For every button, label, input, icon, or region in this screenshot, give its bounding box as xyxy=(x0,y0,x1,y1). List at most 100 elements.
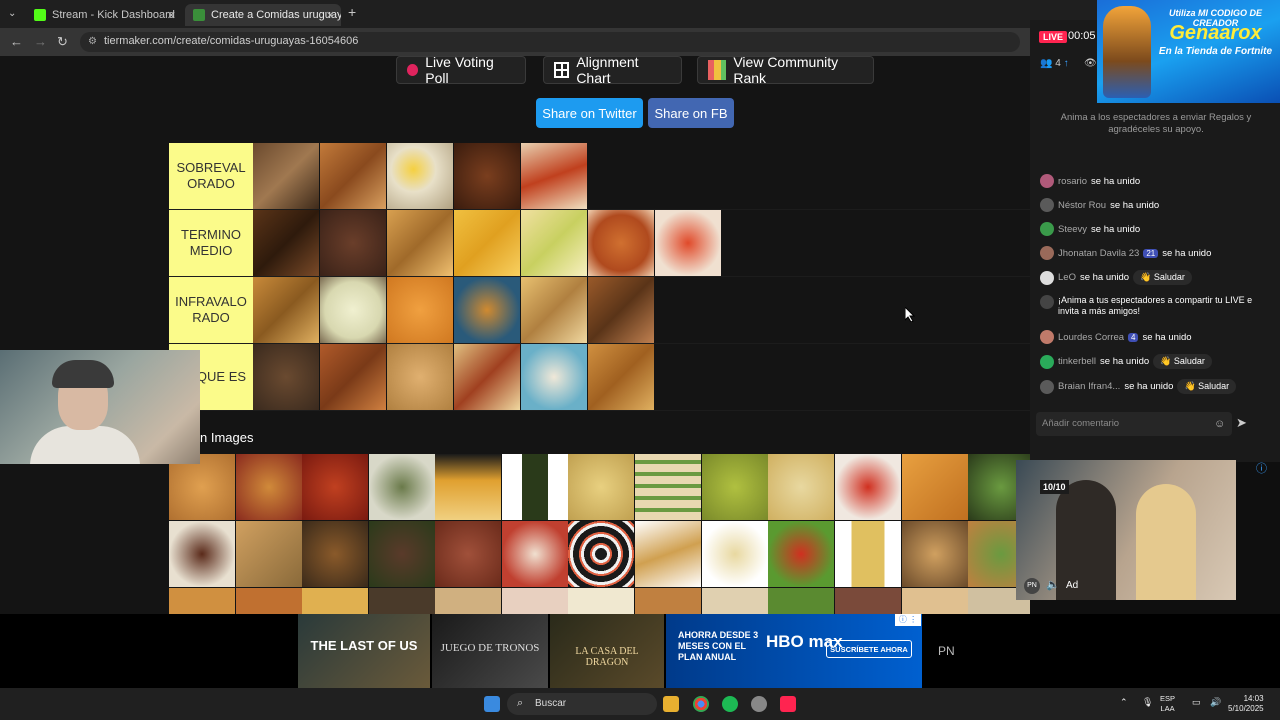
food-image[interactable] xyxy=(236,454,302,520)
food-image[interactable] xyxy=(236,521,302,587)
alignment-chart-button[interactable]: Alignment Chart xyxy=(543,56,682,86)
emoji-icon[interactable]: ☺ xyxy=(1214,418,1225,430)
food-image[interactable] xyxy=(568,588,634,616)
food-image[interactable] xyxy=(253,344,319,410)
address-bar[interactable]: ⚙ tiermaker.com/create/comidas-uruguayas… xyxy=(80,32,1020,52)
food-image[interactable] xyxy=(454,210,520,276)
eye-icon[interactable]: 👁 xyxy=(1084,58,1097,69)
chrome-icon[interactable] xyxy=(693,696,709,712)
food-image[interactable] xyxy=(521,210,587,276)
food-image[interactable] xyxy=(253,277,319,343)
food-image[interactable] xyxy=(702,454,768,520)
file-explorer-icon[interactable] xyxy=(663,696,679,712)
view-community-rank-button[interactable]: View Community Rank xyxy=(697,56,874,86)
food-image[interactable] xyxy=(502,521,568,587)
chat-username[interactable]: Jhonatan Davila 23 xyxy=(1058,248,1139,259)
greet-button[interactable]: 👋 Saludar xyxy=(1133,270,1192,285)
close-tab-icon[interactable]: ✕ xyxy=(326,9,335,22)
food-image[interactable] xyxy=(588,210,654,276)
food-image[interactable] xyxy=(568,521,634,587)
share-twitter-button[interactable]: Share on Twitter xyxy=(536,98,643,128)
food-image[interactable] xyxy=(454,344,520,410)
tier-label[interactable]: SOBREVAL ORADO xyxy=(169,143,253,209)
food-image[interactable] xyxy=(835,521,901,587)
food-image[interactable] xyxy=(588,277,654,343)
food-image[interactable] xyxy=(521,143,587,209)
obs-icon[interactable] xyxy=(751,696,767,712)
tier-label[interactable]: TERMINO MEDIO xyxy=(169,210,253,276)
share-fb-button[interactable]: Share on FB xyxy=(648,98,734,128)
food-image[interactable] xyxy=(236,588,302,616)
food-image[interactable] xyxy=(521,344,587,410)
food-image[interactable] xyxy=(835,454,901,520)
tiktok-live-icon[interactable] xyxy=(780,696,796,712)
tab-menu-icon[interactable]: ⌄ xyxy=(8,7,16,21)
food-image[interactable] xyxy=(902,588,968,616)
comment-input[interactable]: Añadir comentario xyxy=(1036,412,1232,436)
food-image[interactable] xyxy=(369,521,435,587)
close-tab-icon[interactable]: ✕ xyxy=(167,9,176,22)
reload-icon[interactable]: ↻ xyxy=(57,35,68,49)
food-image[interactable] xyxy=(169,521,235,587)
hbo-banner-ad[interactable]: THE LAST OF US JUEGO DE TRONOS LA CASA D… xyxy=(0,614,1280,688)
spotify-icon[interactable] xyxy=(722,696,738,712)
food-image[interactable] xyxy=(702,521,768,587)
food-image[interactable] xyxy=(320,143,386,209)
system-clock[interactable]: 14:03 5/10/2025 xyxy=(1228,694,1264,714)
food-image[interactable] xyxy=(320,277,386,343)
language-indicator[interactable]: ESP LAA xyxy=(1160,694,1175,714)
network-icon[interactable]: ▭ xyxy=(1192,697,1201,708)
info-icon[interactable]: ⓘ xyxy=(1256,460,1267,476)
mute-icon[interactable]: 🔈 xyxy=(1046,578,1060,591)
food-image[interactable] xyxy=(253,143,319,209)
food-image[interactable] xyxy=(768,521,834,587)
new-tab-button[interactable]: + xyxy=(348,5,356,19)
food-image[interactable] xyxy=(302,588,368,616)
food-image[interactable] xyxy=(502,454,568,520)
food-image[interactable] xyxy=(387,210,453,276)
tab-tiermaker[interactable]: Create a Comidas uruguayas Ti ✕ xyxy=(185,4,341,26)
food-image[interactable] xyxy=(655,210,721,276)
food-image[interactable] xyxy=(768,588,834,616)
food-image[interactable] xyxy=(387,344,453,410)
food-image[interactable] xyxy=(588,344,654,410)
food-image[interactable] xyxy=(635,588,701,616)
volume-icon[interactable]: 🔊 xyxy=(1210,697,1221,708)
food-image[interactable] xyxy=(435,588,501,616)
food-image[interactable] xyxy=(369,454,435,520)
food-image[interactable] xyxy=(435,521,501,587)
food-image[interactable] xyxy=(302,454,368,520)
chat-username[interactable]: Lourdes Correa xyxy=(1058,332,1124,343)
back-icon[interactable]: ← xyxy=(10,35,23,49)
food-image[interactable] xyxy=(302,521,368,587)
taskbar-search[interactable]: ⌕ Buscar xyxy=(507,693,657,715)
site-info-icon[interactable]: ⚙ xyxy=(88,36,97,47)
food-image[interactable] xyxy=(835,588,901,616)
chat-username[interactable]: LeO xyxy=(1058,272,1076,283)
food-image[interactable] xyxy=(702,588,768,616)
food-image[interactable] xyxy=(635,454,701,520)
food-image[interactable] xyxy=(568,454,634,520)
adchoices-icon[interactable]: ⓘ ⋮ xyxy=(895,614,921,626)
food-image[interactable] xyxy=(521,277,587,343)
food-image[interactable] xyxy=(768,454,834,520)
subscribe-button[interactable]: SUSCRÍBETE AHORA xyxy=(826,640,912,658)
food-image[interactable] xyxy=(902,521,968,587)
food-image[interactable] xyxy=(320,210,386,276)
greet-button[interactable]: 👋 Saludar xyxy=(1177,379,1237,394)
food-image[interactable] xyxy=(387,143,453,209)
food-image[interactable] xyxy=(454,277,520,343)
food-image[interactable] xyxy=(320,344,386,410)
windows-start-icon[interactable] xyxy=(484,696,500,712)
food-image[interactable] xyxy=(454,143,520,209)
tier-label[interactable]: INFRAVALO RADO xyxy=(169,277,253,343)
forward-icon[interactable]: → xyxy=(34,35,47,49)
food-image[interactable] xyxy=(435,454,501,520)
chat-username[interactable]: Néstor Rou xyxy=(1058,200,1106,211)
food-image[interactable] xyxy=(169,588,235,616)
food-image[interactable] xyxy=(502,588,568,616)
chat-username[interactable]: Steevy xyxy=(1058,224,1087,235)
chat-username[interactable]: tinkerbell xyxy=(1058,356,1096,367)
chat-username[interactable]: Braian Ifran4... xyxy=(1058,381,1120,392)
live-voting-poll-button[interactable]: Live Voting Poll xyxy=(396,56,526,86)
